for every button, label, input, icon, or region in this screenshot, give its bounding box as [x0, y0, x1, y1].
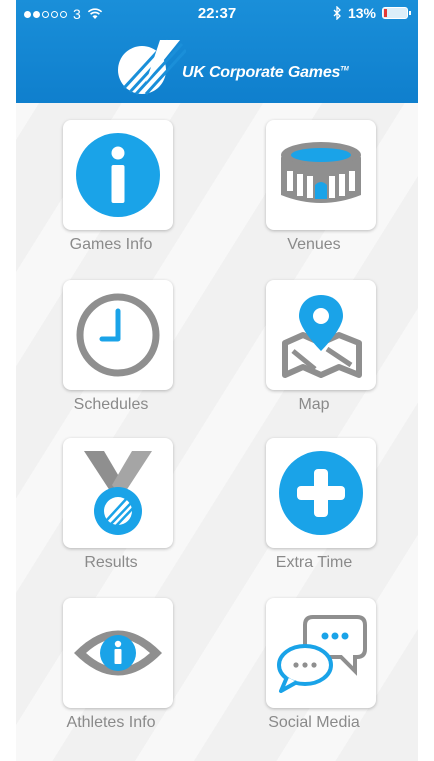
- menu-tile-extra-time: Extra Time: [219, 421, 409, 581]
- results-button[interactable]: [63, 438, 173, 548]
- map-label: Map: [298, 396, 330, 413]
- info-icon: [76, 133, 160, 217]
- stadium-icon: [281, 142, 361, 203]
- menu-area: Games Info Venues Schedules Map Results …: [16, 103, 418, 761]
- athletes-info-label: Athletes Info: [66, 714, 156, 731]
- menu-tile-games-info: Games Info: [16, 103, 206, 263]
- extra-time-label: Extra Time: [275, 554, 353, 571]
- status-right: 13%: [333, 5, 411, 21]
- map-button[interactable]: [266, 280, 376, 390]
- results-label: Results: [84, 554, 138, 571]
- app-header: 3 22:37 13% UK Corporate GamesTM: [16, 0, 418, 103]
- clock-icon: [76, 293, 160, 377]
- map-pin-icon: [282, 295, 362, 378]
- menu-grid: Games Info Venues Schedules Map Results …: [16, 103, 418, 761]
- battery-icon: [382, 7, 411, 19]
- bluetooth-icon: [333, 6, 341, 20]
- menu-tile-venues: Venues: [219, 103, 409, 263]
- logo-mark-icon: [118, 38, 186, 96]
- venues-button[interactable]: [266, 120, 376, 230]
- eye-info-icon: [74, 630, 162, 676]
- menu-tile-map: Map: [219, 263, 409, 423]
- venues-label: Venues: [287, 236, 341, 253]
- menu-tile-schedules: Schedules: [16, 263, 206, 423]
- logo-text: UK Corporate GamesTM: [182, 64, 349, 81]
- status-bar: 3 22:37 13%: [16, 0, 418, 28]
- menu-tile-athletes-info: Athletes Info: [16, 581, 206, 741]
- menu-tile-social-media: Social Media: [219, 581, 409, 741]
- schedules-button[interactable]: [63, 280, 173, 390]
- menu-tile-results: Results: [16, 421, 206, 581]
- games-info-button[interactable]: [63, 120, 173, 230]
- social-media-label: Social Media: [268, 714, 360, 731]
- plus-icon: [279, 451, 363, 535]
- battery-percent: 13%: [347, 5, 376, 21]
- schedules-label: Schedules: [73, 396, 149, 413]
- chat-bubbles-icon: [277, 615, 367, 693]
- social-media-button[interactable]: [266, 598, 376, 708]
- app-screen: 3 22:37 13% UK Corporate GamesTM Games I…: [0, 0, 434, 761]
- athletes-info-button[interactable]: [63, 598, 173, 708]
- extra-time-button[interactable]: [266, 438, 376, 548]
- games-info-label: Games Info: [69, 236, 153, 253]
- uk-corporate-games-logo: UK Corporate GamesTM: [116, 36, 376, 98]
- medal-icon: [84, 451, 152, 535]
